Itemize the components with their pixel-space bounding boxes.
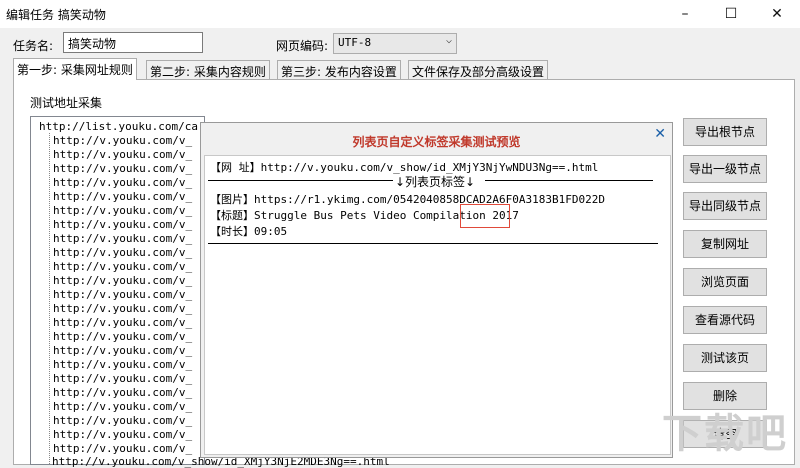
duration-label: 【时长】: [210, 225, 254, 238]
dialog-title: 列表页自定义标签采集测试预览: [352, 135, 521, 149]
chevron-down-icon: ⌵: [445, 35, 452, 46]
tree-node[interactable]: http://v.youku.com/v_: [53, 428, 192, 442]
watermark-logo: 下载吧: [662, 411, 788, 457]
tree-node[interactable]: http://v.youku.com/v_: [53, 372, 192, 386]
tree-node[interactable]: http://v.youku.com/v_: [53, 148, 192, 162]
tree-node[interactable]: http://v.youku.com/v_: [53, 358, 192, 372]
tab-url-rules[interactable]: 第一步: 采集网址规则: [13, 58, 137, 80]
tree-node[interactable]: http://v.youku.com/v_: [53, 134, 192, 148]
duration-line: 【时长】09:05: [210, 223, 287, 239]
tree-root-node[interactable]: http://list.youku.com/ca: [39, 120, 198, 134]
tree-node[interactable]: http://v.youku.com/v_: [53, 218, 192, 232]
maximize-button[interactable]: ☐: [708, 0, 754, 28]
tab-file-save-settings[interactable]: 文件保存及部分高级设置: [408, 60, 549, 79]
tree-node[interactable]: http://v.youku.com/v_: [53, 400, 192, 414]
minimize-button[interactable]: –: [662, 0, 708, 28]
caption-label: 【标题】: [210, 209, 254, 222]
browse-page-button[interactable]: 浏览页面: [683, 268, 767, 296]
export-level1-node-button[interactable]: 导出一级节点: [683, 155, 767, 183]
tree-node[interactable]: http://v.youku.com/v_: [53, 302, 192, 316]
duration-value: 09:05: [254, 225, 288, 238]
tree-node[interactable]: http://v.youku.com/v_: [53, 162, 192, 176]
tree-node-text: http://list.youku.com/ca: [39, 120, 198, 133]
image-value: https://r1.ykimg.com/0542040858DCAD2A6F0…: [254, 193, 605, 206]
tree-node[interactable]: http://v.youku.com/v_: [53, 246, 192, 260]
tree-node[interactable]: http://v.youku.com/v_: [53, 386, 192, 400]
tab-content-rules[interactable]: 第二步: 采集内容规则: [146, 60, 270, 79]
view-source-button[interactable]: 查看源代码: [683, 306, 767, 334]
export-root-node-button[interactable]: 导出根节点: [683, 118, 767, 146]
tree-node[interactable]: http://v.youku.com/v_: [53, 232, 192, 246]
preview-dialog: 列表页自定义标签采集测试预览 ✕ 【网 址】http://v.youku.com…: [200, 122, 673, 458]
image-label: 【图片】: [210, 193, 254, 206]
tree-node[interactable]: http://v.youku.com/v_: [53, 260, 192, 274]
dialog-close-icon[interactable]: ✕: [654, 126, 666, 142]
url-tree[interactable]: http://list.youku.com/ca http://v.youku.…: [30, 116, 205, 465]
divider: [208, 243, 658, 244]
encoding-value: UTF-8: [338, 36, 372, 49]
highlight-box: [460, 204, 510, 228]
encoding-label: 网页编码:: [276, 39, 329, 53]
copy-url-button[interactable]: 复制网址: [683, 230, 767, 258]
preview-text-area[interactable]: 【网 址】http://v.youku.com/v_show/id_XMjY3N…: [204, 155, 671, 455]
tree-node[interactable]: http://v.youku.com/v_: [53, 190, 192, 204]
tree-node[interactable]: http://v.youku.com/v_: [53, 414, 192, 428]
tree-node[interactable]: http://v.youku.com/v_: [53, 316, 192, 330]
tree-connector: [49, 133, 50, 464]
tree-node[interactable]: http://v.youku.com/v_: [53, 442, 192, 456]
close-button[interactable]: ✕: [754, 0, 800, 28]
tree-node[interactable]: http://v.youku.com/v_: [53, 344, 192, 358]
group-label: 测试地址采集: [30, 96, 103, 110]
task-name-label: 任务名:: [13, 39, 54, 53]
tree-node[interactable]: http://v.youku.com/v_: [53, 330, 192, 344]
export-sibling-node-button[interactable]: 导出同级节点: [683, 192, 767, 220]
tree-node[interactable]: http://v.youku.com/v_: [53, 274, 192, 288]
tree-node[interactable]: http://v.youku.com/v_: [53, 288, 192, 302]
divider: [485, 180, 653, 181]
tree-node[interactable]: http://v.youku.com/v_: [53, 176, 192, 190]
tab-publish-settings[interactable]: 第三步: 发布内容设置: [277, 60, 401, 79]
encoding-select[interactable]: UTF-8 ⌵: [333, 33, 457, 54]
task-name-input[interactable]: 搞笑动物: [63, 32, 203, 53]
url-label: 【网 址】: [210, 161, 261, 174]
title-bar: 编辑任务 搞笑动物 – ☐ ✕: [0, 0, 800, 28]
tree-node[interactable]: http://v.youku.com/v_: [53, 204, 192, 218]
image-line: 【图片】https://r1.ykimg.com/0542040858DCAD2…: [210, 191, 605, 207]
divider: [208, 180, 393, 181]
list-tag-label: ↓列表页标签↓: [395, 175, 476, 189]
test-page-button[interactable]: 测试该页: [683, 344, 767, 372]
window-title: 编辑任务 搞笑动物: [6, 8, 106, 22]
